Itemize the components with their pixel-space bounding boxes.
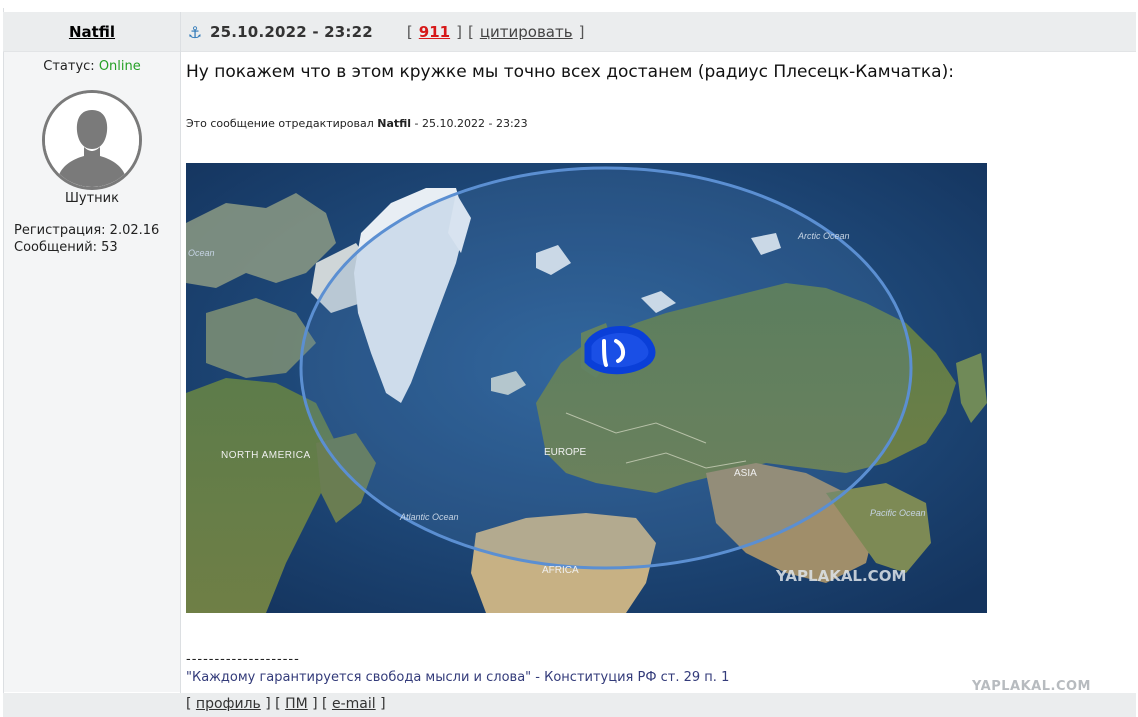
label-pacific-ocean: Pacific Ocean bbox=[870, 508, 926, 518]
author-rank: Шутник bbox=[65, 191, 119, 206]
post-header: ⚓ 25.10.2022 - 23:22 [ 911 ] [ цитироват… bbox=[186, 12, 585, 52]
signature: "Каждому гарантируется свобода мысли и с… bbox=[186, 670, 729, 685]
footer-bracket: ] [ bbox=[307, 696, 332, 712]
quote-open-bracket: [ bbox=[467, 23, 474, 41]
footer-bracket: ] bbox=[375, 696, 386, 712]
edited-prefix: Это сообщение отредактировал bbox=[186, 117, 374, 130]
label-atlantic-ocean: Atlantic Ocean bbox=[399, 512, 459, 522]
author-status: Статус: Online bbox=[4, 59, 180, 74]
avatar[interactable] bbox=[42, 90, 142, 190]
label-arctic-ocean: Arctic Ocean bbox=[797, 231, 850, 241]
plesetsk-marker bbox=[584, 326, 656, 375]
status-label: Статус: bbox=[43, 59, 95, 74]
world-map-graphic: NORTH AMERICA EUROPE ASIA AFRICA Arctic … bbox=[186, 163, 987, 613]
page-watermark: YAPLAKAL.COM bbox=[972, 679, 1091, 694]
footer-bracket: [ bbox=[186, 696, 196, 712]
label-ocean-left: Ocean bbox=[188, 248, 215, 258]
map-image[interactable]: NORTH AMERICA EUROPE ASIA AFRICA Arctic … bbox=[186, 163, 987, 613]
label-asia: ASIA bbox=[734, 468, 757, 479]
registration-date: Регистрация: 2.02.16 bbox=[14, 223, 160, 238]
column-divider bbox=[180, 12, 181, 717]
signature-separator: -------------------- bbox=[186, 652, 300, 667]
footer-bracket: ] [ bbox=[260, 696, 286, 712]
label-africa: AFRICA bbox=[542, 565, 579, 576]
rating-close-bracket: ] bbox=[456, 23, 462, 41]
pm-link[interactable]: ПМ bbox=[285, 696, 308, 712]
signature-quote: "Каждому гарантируется свобода мысли и с… bbox=[186, 670, 532, 685]
edited-note: Это сообщение отредактировал Natfil - 25… bbox=[186, 117, 528, 130]
post-date: 25.10.2022 - 23:22 bbox=[210, 23, 373, 41]
profile-link[interactable]: профиль bbox=[196, 696, 261, 712]
email-link[interactable]: e-mail bbox=[332, 696, 376, 712]
author-stats: Регистрация: 2.02.16 Сообщений: 53 bbox=[14, 222, 159, 256]
label-north-america: NORTH AMERICA bbox=[221, 450, 311, 461]
label-europe: EUROPE bbox=[544, 447, 587, 458]
status-online-badge: Online bbox=[98, 59, 141, 74]
post-rating-link[interactable]: 911 bbox=[419, 23, 450, 41]
edited-author: Natfil bbox=[377, 117, 412, 130]
post-body-text: Ну покажем что в этом кружке мы точно вс… bbox=[186, 62, 954, 82]
quote-close-bracket: ] bbox=[578, 23, 585, 41]
avatar-placeholder-icon bbox=[45, 93, 139, 187]
anchor-icon[interactable]: ⚓ bbox=[186, 23, 204, 42]
quote-button[interactable]: цитировать bbox=[480, 23, 573, 41]
post-footer-bar bbox=[3, 693, 1136, 717]
author-username-link[interactable]: Natfil bbox=[4, 12, 180, 52]
map-watermark: YAPLAKAL.COM bbox=[775, 567, 906, 585]
edited-suffix: - 25.10.2022 - 23:23 bbox=[411, 117, 528, 130]
rating-open-bracket: [ bbox=[406, 23, 413, 41]
signature-source: - Конституция РФ ст. 29 п. 1 bbox=[531, 670, 730, 685]
post-footer-links: [ профиль ] [ ПМ ] [ e-mail ] bbox=[186, 696, 386, 712]
message-count: Сообщений: 53 bbox=[14, 240, 118, 255]
